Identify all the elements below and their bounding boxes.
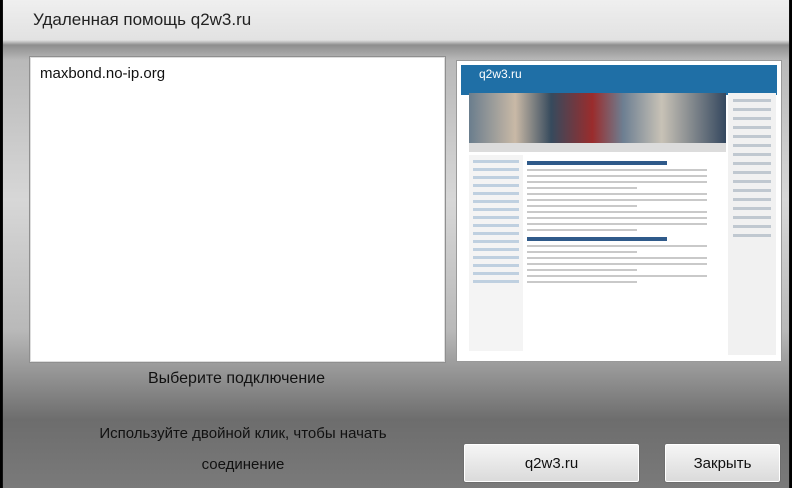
site-preview-thumbnail: q2w3.ru (456, 60, 782, 362)
connection-list[interactable]: maxbond.no-ip.org (29, 56, 446, 363)
preview-header: q2w3.ru (461, 65, 777, 95)
remote-help-window: Удаленная помощь q2w3.ru maxbond.no-ip.o… (2, 0, 790, 488)
connection-item[interactable]: maxbond.no-ip.org (40, 65, 165, 82)
double-click-hint: Используйте двойной клик, чтобы начать с… (43, 418, 443, 480)
preview-article-list (525, 155, 725, 351)
preview-banner-image (469, 93, 726, 143)
window-title: Удаленная помощь q2w3.ru (33, 10, 252, 29)
hint-line-2: соединение (201, 456, 285, 473)
preview-right-sidebar (728, 93, 776, 355)
preview-site-logo: q2w3.ru (479, 67, 522, 81)
close-button[interactable]: Закрыть (664, 443, 781, 483)
hint-line-1: Используйте двойной клик, чтобы начать (99, 425, 387, 442)
select-connection-label: Выберите подключение (148, 370, 325, 387)
site-button[interactable]: q2w3.ru (463, 443, 640, 483)
preview-tabs (469, 143, 726, 152)
preview-left-sidebar (469, 155, 523, 351)
